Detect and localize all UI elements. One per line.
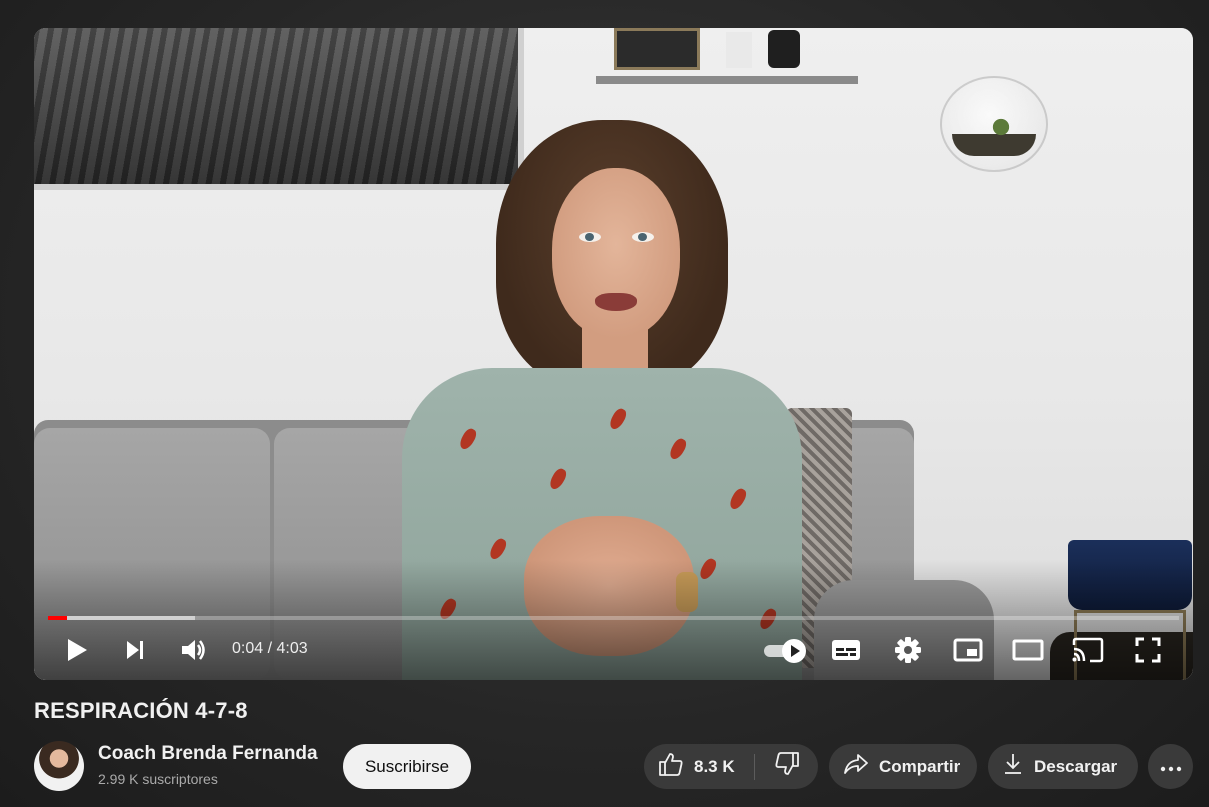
miniplayer-button[interactable] xyxy=(952,632,984,668)
settings-button[interactable] xyxy=(892,632,924,668)
progress-buffered xyxy=(48,616,196,620)
fullscreen-icon xyxy=(1135,637,1161,663)
more-horizontal-icon xyxy=(1160,757,1182,777)
progress-bar[interactable] xyxy=(48,616,1179,620)
settings-gear-icon xyxy=(894,636,922,664)
time-display: 0:04 / 4:03 xyxy=(232,640,308,657)
channel-avatar[interactable] xyxy=(34,741,84,791)
like-button[interactable]: 8.3 K xyxy=(644,744,754,789)
video-title: RESPIRACIÓN 4-7-8 xyxy=(34,698,248,723)
channel-name[interactable]: Coach Brenda Fernanda xyxy=(98,743,318,765)
play-button[interactable] xyxy=(62,632,92,668)
next-button[interactable] xyxy=(120,632,150,668)
next-icon xyxy=(123,638,147,662)
volume-icon xyxy=(180,637,208,663)
fullscreen-button[interactable] xyxy=(1132,632,1164,668)
share-label: Compartir xyxy=(879,756,961,776)
thumbs-up-icon xyxy=(658,751,684,782)
thumbs-down-icon xyxy=(774,751,800,782)
autoplay-toggle[interactable] xyxy=(764,639,806,663)
theater-mode-button[interactable] xyxy=(1011,632,1045,668)
video-player[interactable]: 0:04 / 4:03 xyxy=(34,28,1193,680)
subscriber-count: 2.99 K suscriptores xyxy=(98,771,218,787)
cast-button[interactable] xyxy=(1071,632,1105,668)
play-icon xyxy=(65,637,89,663)
dislike-button[interactable] xyxy=(755,744,818,789)
like-dislike-group: 8.3 K xyxy=(644,744,818,789)
download-label: Descargar xyxy=(1034,756,1118,776)
miniplayer-icon xyxy=(953,638,983,662)
subtitles-button[interactable] xyxy=(830,632,862,668)
subscribe-button[interactable]: Suscribirse xyxy=(343,744,471,789)
theater-mode-icon xyxy=(1012,639,1044,661)
share-button[interactable]: Compartir xyxy=(829,744,977,789)
cast-icon xyxy=(1072,637,1104,663)
subtitles-icon xyxy=(831,638,861,662)
volume-button[interactable] xyxy=(178,632,210,668)
hanging-terrarium xyxy=(940,76,1048,172)
more-actions-button[interactable] xyxy=(1148,744,1193,789)
download-button[interactable]: Descargar xyxy=(988,744,1138,789)
like-count: 8.3 K xyxy=(694,756,735,776)
wall-picture xyxy=(34,28,524,190)
progress-played xyxy=(48,616,68,620)
autoplay-play-icon xyxy=(782,639,806,663)
download-icon xyxy=(1002,752,1024,781)
wall-shelf xyxy=(596,28,858,84)
share-arrow-icon xyxy=(843,752,869,781)
